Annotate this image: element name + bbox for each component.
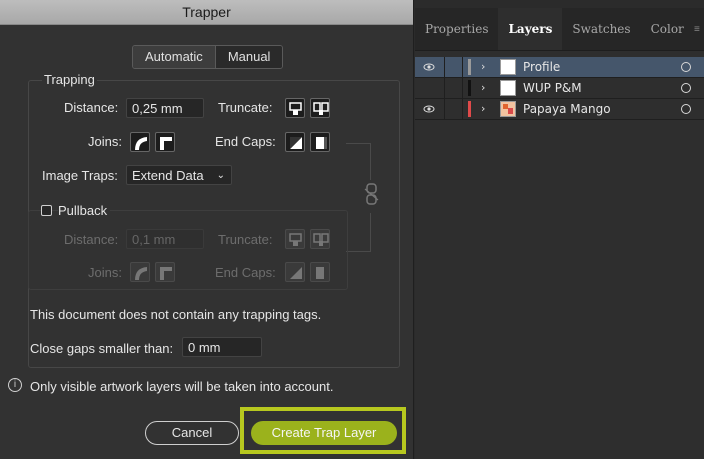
distance-label: Distance: bbox=[64, 100, 119, 115]
tab-color[interactable]: Color bbox=[641, 8, 694, 50]
link-bracket-top bbox=[346, 143, 371, 180]
layer-thumbnail bbox=[500, 101, 516, 117]
tab-manual[interactable]: Manual bbox=[215, 46, 283, 68]
pullback-end-caps-label: End Caps: bbox=[215, 265, 276, 280]
link-bracket-bottom bbox=[346, 213, 371, 252]
layer-thumbnail bbox=[500, 80, 516, 96]
layers-panel: Properties Layers Swatches Color ≡ › Pro… bbox=[415, 8, 704, 459]
pullback-label: Pullback bbox=[58, 203, 111, 218]
eye-icon[interactable] bbox=[423, 103, 435, 115]
layer-name[interactable]: Profile bbox=[523, 60, 560, 74]
truncate-option-2-icon[interactable] bbox=[310, 98, 330, 118]
end-caps-label: End Caps: bbox=[215, 134, 276, 149]
layer-row[interactable]: › WUP P&M bbox=[415, 78, 704, 99]
joins-label: Joins: bbox=[88, 134, 122, 149]
pullback-distance-label: Distance: bbox=[64, 232, 119, 247]
pullback-truncate-label: Truncate: bbox=[218, 232, 273, 247]
trapping-legend: Trapping bbox=[42, 72, 97, 87]
chevron-right-icon[interactable]: › bbox=[481, 81, 485, 94]
pullback-truncate-option-1-icon[interactable] bbox=[285, 229, 305, 249]
image-traps-label: Image Traps: bbox=[42, 168, 118, 183]
info-message: Only visible artwork layers will be take… bbox=[30, 379, 334, 394]
pullback-truncate-option-2-icon[interactable] bbox=[310, 229, 330, 249]
pullback-round-join-icon[interactable] bbox=[130, 262, 150, 282]
truncate-label: Truncate: bbox=[218, 100, 273, 115]
tab-properties[interactable]: Properties bbox=[415, 8, 498, 50]
cancel-button[interactable]: Cancel bbox=[145, 421, 239, 445]
column-separator bbox=[444, 99, 445, 119]
artwork-thumbnail-icon bbox=[503, 104, 513, 114]
pullback-end-cap-option-1-icon[interactable] bbox=[285, 262, 305, 282]
column-separator bbox=[444, 78, 445, 98]
miter-join-icon[interactable] bbox=[155, 132, 175, 152]
mode-tabs: Automatic Manual bbox=[132, 45, 284, 69]
close-gaps-field[interactable]: 0 mm bbox=[182, 337, 262, 357]
pullback-miter-join-icon[interactable] bbox=[155, 262, 175, 282]
column-separator bbox=[462, 57, 463, 77]
tab-layers[interactable]: Layers bbox=[498, 8, 563, 50]
unlink-icon[interactable] bbox=[361, 180, 383, 210]
panel-tabs: Properties Layers Swatches Color ≡ bbox=[415, 8, 704, 51]
layer-name[interactable]: WUP P&M bbox=[523, 81, 582, 95]
close-gaps-label: Close gaps smaller than: bbox=[30, 341, 174, 356]
tab-automatic[interactable]: Automatic bbox=[133, 46, 216, 68]
target-icon[interactable] bbox=[681, 104, 691, 114]
round-join-icon[interactable] bbox=[130, 132, 150, 152]
dialog-title: Trapper bbox=[0, 0, 413, 25]
target-icon[interactable] bbox=[681, 83, 691, 93]
no-trapping-tags-message: This document does not contain any trapp… bbox=[30, 307, 322, 322]
chevron-right-icon[interactable]: › bbox=[481, 60, 485, 73]
distance-field[interactable]: 0,25 mm bbox=[126, 98, 204, 118]
image-traps-value: Extend Data bbox=[132, 168, 204, 183]
layer-color-bar bbox=[468, 59, 471, 75]
layer-row[interactable]: › Papaya Mango bbox=[415, 99, 704, 120]
pullback-checkbox[interactable] bbox=[41, 205, 52, 216]
column-separator bbox=[444, 57, 445, 77]
chevron-down-icon: ⌄ bbox=[216, 170, 225, 181]
end-cap-option-2-icon[interactable] bbox=[310, 132, 330, 152]
layer-name[interactable]: Papaya Mango bbox=[523, 102, 611, 116]
column-separator bbox=[462, 78, 463, 98]
layer-row[interactable]: › Profile bbox=[415, 57, 704, 78]
end-cap-option-1-icon[interactable] bbox=[285, 132, 305, 152]
layer-thumbnail bbox=[500, 59, 516, 75]
create-trap-layer-button[interactable]: Create Trap Layer bbox=[251, 421, 397, 445]
trapper-dialog: Trapper Automatic Manual Trapping Distan… bbox=[0, 0, 414, 459]
column-separator bbox=[462, 99, 463, 119]
pullback-end-cap-option-2-icon[interactable] bbox=[310, 262, 330, 282]
layer-color-bar bbox=[468, 80, 471, 96]
panel-menu-icon[interactable]: ≡ bbox=[694, 24, 704, 35]
chevron-right-icon[interactable]: › bbox=[481, 102, 485, 115]
target-icon[interactable] bbox=[681, 62, 691, 72]
tab-swatches[interactable]: Swatches bbox=[562, 8, 640, 50]
eye-icon[interactable] bbox=[423, 61, 435, 73]
layer-color-bar bbox=[468, 101, 471, 117]
truncate-option-1-icon[interactable] bbox=[285, 98, 305, 118]
info-icon: i bbox=[8, 378, 22, 392]
pullback-joins-label: Joins: bbox=[88, 265, 122, 280]
image-traps-select[interactable]: Extend Data ⌄ bbox=[126, 165, 232, 185]
pullback-distance-field[interactable]: 0,1 mm bbox=[126, 229, 204, 249]
